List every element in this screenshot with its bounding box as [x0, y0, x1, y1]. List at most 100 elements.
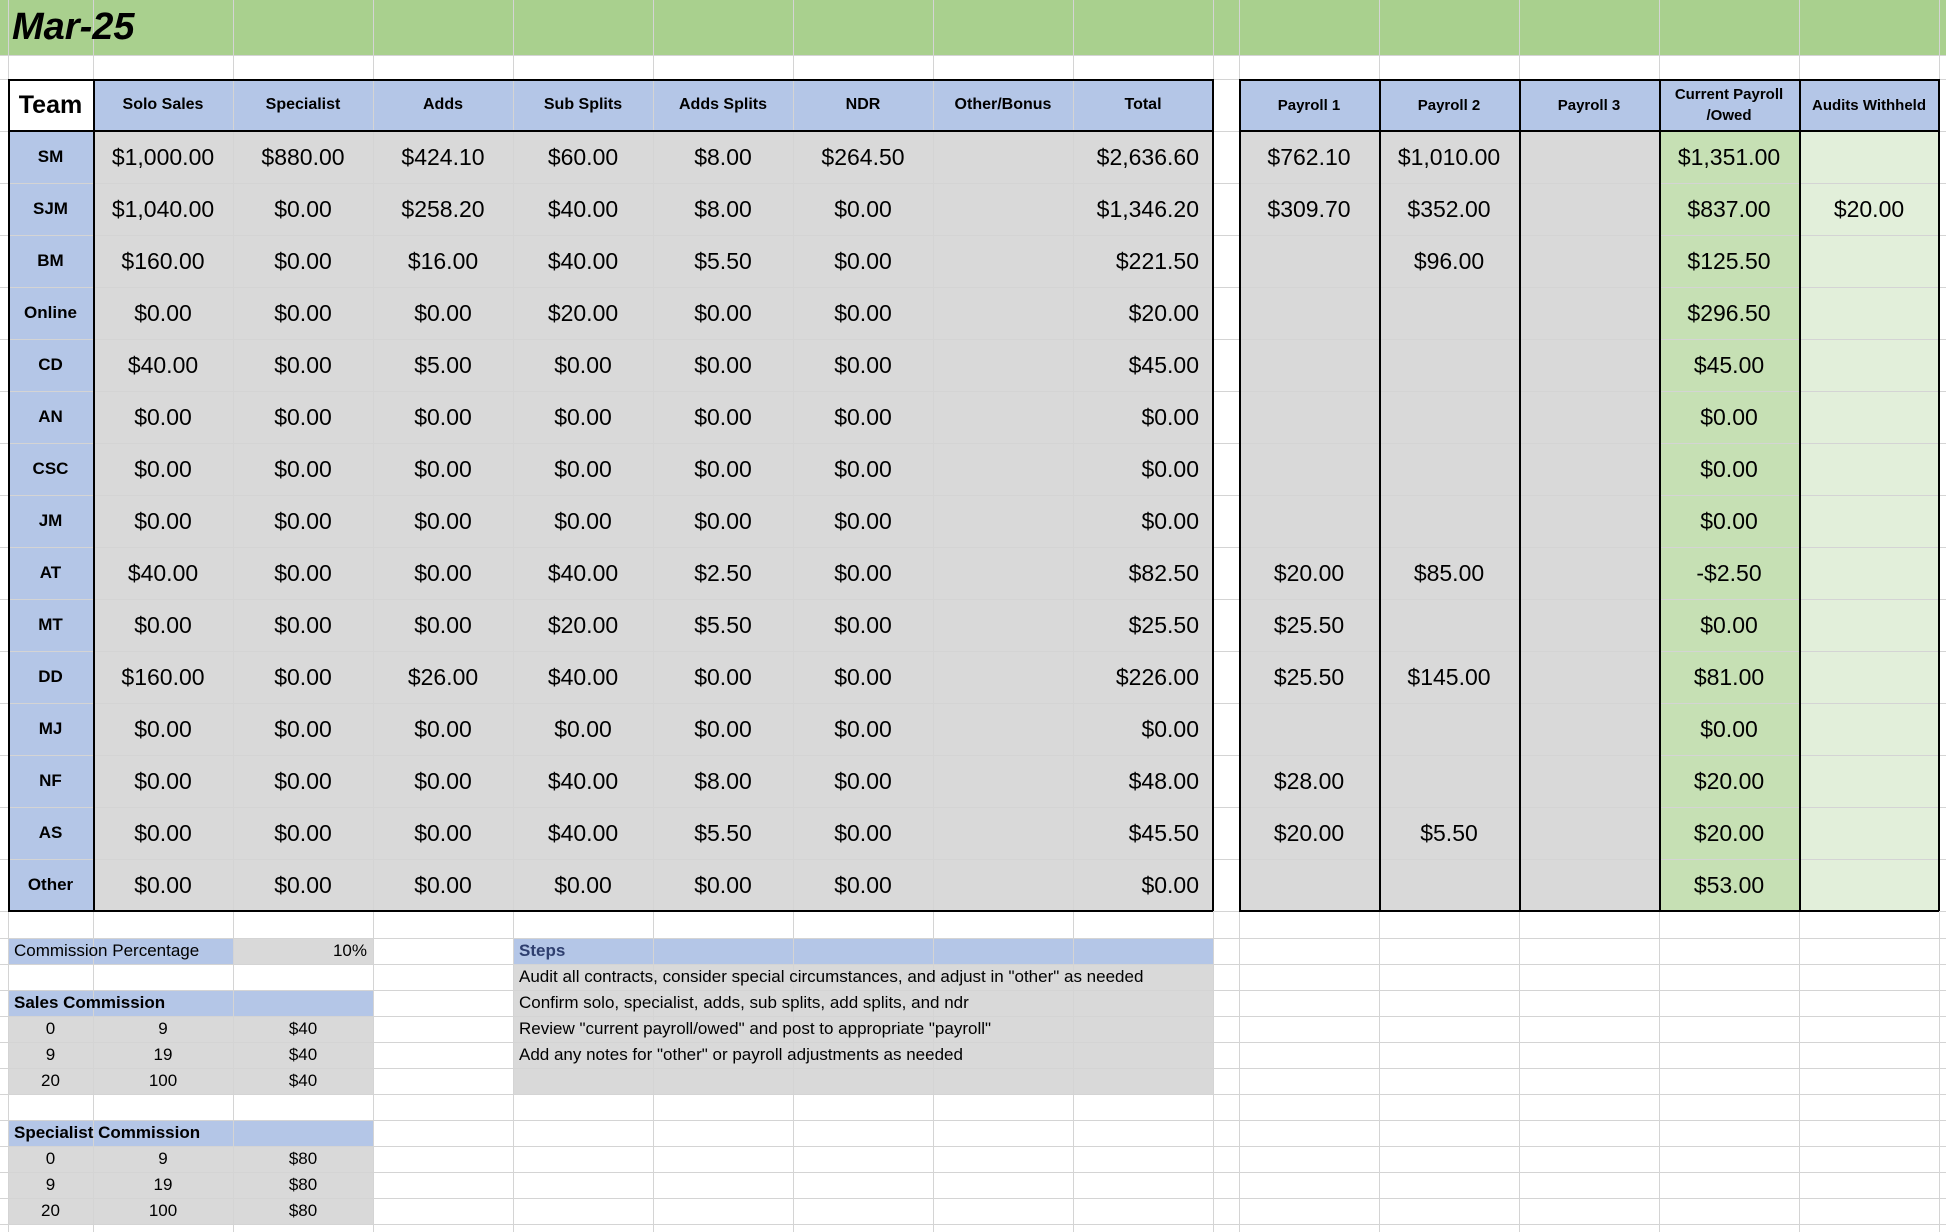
team-row-header[interactable]: AS: [8, 807, 93, 859]
data-cell[interactable]: $258.20: [373, 183, 513, 235]
data-cell[interactable]: $0.00: [513, 443, 653, 495]
specialist-commission-cell[interactable]: $80: [233, 1198, 373, 1224]
payroll-cell[interactable]: $20.00: [1239, 547, 1379, 599]
payroll-cell[interactable]: [1799, 443, 1939, 495]
payroll-cell[interactable]: [1799, 339, 1939, 391]
payroll-cell[interactable]: [1239, 703, 1379, 755]
team-row-header[interactable]: SJM: [8, 183, 93, 235]
data-cell[interactable]: $0.00: [233, 391, 373, 443]
payroll-cell[interactable]: [1379, 287, 1519, 339]
data-cell[interactable]: $0.00: [373, 859, 513, 911]
payroll-cell[interactable]: [1519, 599, 1659, 651]
specialist-commission-title[interactable]: Specialist Commission: [8, 1120, 373, 1146]
payroll-cell[interactable]: [1519, 287, 1659, 339]
specialist-commission-cell[interactable]: 9: [93, 1146, 233, 1172]
data-cell[interactable]: $0.00: [373, 807, 513, 859]
column-header[interactable]: Other/Bonus: [933, 79, 1073, 131]
data-cell[interactable]: $25.50: [1073, 599, 1213, 651]
data-cell[interactable]: $0.00: [653, 391, 793, 443]
data-cell[interactable]: $40.00: [513, 651, 653, 703]
payroll-cell[interactable]: $145.00: [1379, 651, 1519, 703]
team-row-header[interactable]: AN: [8, 391, 93, 443]
team-row-header[interactable]: MJ: [8, 703, 93, 755]
column-header[interactable]: Adds Splits: [653, 79, 793, 131]
payroll-cell[interactable]: [1239, 391, 1379, 443]
payroll-cell[interactable]: [1799, 391, 1939, 443]
column-header[interactable]: Adds: [373, 79, 513, 131]
data-cell[interactable]: $0.00: [233, 547, 373, 599]
data-cell[interactable]: $0.00: [793, 443, 933, 495]
data-cell[interactable]: $20.00: [1073, 287, 1213, 339]
specialist-commission-cell[interactable]: $80: [233, 1172, 373, 1198]
data-cell[interactable]: $0.00: [793, 703, 933, 755]
team-row-header[interactable]: Other: [8, 859, 93, 911]
data-cell[interactable]: $40.00: [513, 235, 653, 287]
data-cell[interactable]: $40.00: [513, 183, 653, 235]
data-cell[interactable]: $0.00: [93, 755, 233, 807]
payroll-cell[interactable]: [1239, 287, 1379, 339]
data-cell[interactable]: $0.00: [373, 755, 513, 807]
payroll-cell[interactable]: [1519, 391, 1659, 443]
payroll-column-header[interactable]: Payroll 1: [1239, 79, 1379, 131]
data-cell[interactable]: [933, 339, 1073, 391]
column-header[interactable]: Sub Splits: [513, 79, 653, 131]
payroll-cell[interactable]: $20.00: [1659, 807, 1799, 859]
payroll-cell[interactable]: [1379, 443, 1519, 495]
data-cell[interactable]: $26.00: [373, 651, 513, 703]
payroll-cell[interactable]: $20.00: [1799, 183, 1939, 235]
specialist-commission-cell[interactable]: $80: [233, 1146, 373, 1172]
payroll-cell[interactable]: $296.50: [1659, 287, 1799, 339]
payroll-cell[interactable]: [1799, 599, 1939, 651]
sales-commission-cell[interactable]: $40: [233, 1042, 373, 1068]
payroll-cell[interactable]: [1519, 703, 1659, 755]
team-row-header[interactable]: AT: [8, 547, 93, 599]
data-cell[interactable]: $0.00: [653, 651, 793, 703]
sales-commission-cell[interactable]: 9: [93, 1016, 233, 1042]
data-cell[interactable]: $0.00: [373, 443, 513, 495]
data-cell[interactable]: $0.00: [373, 547, 513, 599]
payroll-column-header[interactable]: Payroll 3: [1519, 79, 1659, 131]
data-cell[interactable]: $0.00: [233, 651, 373, 703]
payroll-column-header[interactable]: Audits Withheld: [1799, 79, 1939, 131]
payroll-cell[interactable]: [1519, 651, 1659, 703]
payroll-cell[interactable]: [1799, 235, 1939, 287]
data-cell[interactable]: [933, 547, 1073, 599]
data-cell[interactable]: $2.50: [653, 547, 793, 599]
data-cell[interactable]: $0.00: [653, 859, 793, 911]
payroll-cell[interactable]: $20.00: [1239, 807, 1379, 859]
data-cell[interactable]: $20.00: [513, 599, 653, 651]
payroll-cell[interactable]: [1519, 183, 1659, 235]
team-row-header[interactable]: MT: [8, 599, 93, 651]
data-cell[interactable]: $0.00: [373, 287, 513, 339]
data-cell[interactable]: $160.00: [93, 235, 233, 287]
spreadsheet[interactable]: Team Solo Sales Specialist Adds Sub Splits Ad…: [0, 0, 1946, 1232]
data-cell[interactable]: $40.00: [513, 755, 653, 807]
payroll-cell[interactable]: [1519, 807, 1659, 859]
data-cell[interactable]: [933, 651, 1073, 703]
data-cell[interactable]: $0.00: [513, 391, 653, 443]
data-cell[interactable]: $82.50: [1073, 547, 1213, 599]
data-cell[interactable]: $0.00: [793, 807, 933, 859]
data-cell[interactable]: $0.00: [513, 339, 653, 391]
data-cell[interactable]: $0.00: [233, 235, 373, 287]
specialist-commission-cell[interactable]: 100: [93, 1198, 233, 1224]
payroll-cell[interactable]: [1519, 547, 1659, 599]
payroll-cell[interactable]: -$2.50: [1659, 547, 1799, 599]
payroll-column-header[interactable]: Payroll 2: [1379, 79, 1519, 131]
data-cell[interactable]: $40.00: [93, 547, 233, 599]
payroll-cell[interactable]: [1799, 755, 1939, 807]
payroll-cell[interactable]: $0.00: [1659, 599, 1799, 651]
payroll-cell[interactable]: [1379, 391, 1519, 443]
payroll-cell[interactable]: [1239, 235, 1379, 287]
data-cell[interactable]: $1,000.00: [93, 131, 233, 183]
payroll-cell[interactable]: [1519, 859, 1659, 911]
payroll-cell[interactable]: [1519, 131, 1659, 183]
data-cell[interactable]: $0.00: [93, 703, 233, 755]
data-cell[interactable]: $0.00: [653, 703, 793, 755]
team-header[interactable]: Team: [8, 79, 93, 131]
payroll-cell[interactable]: [1519, 755, 1659, 807]
payroll-cell[interactable]: $96.00: [1379, 235, 1519, 287]
data-cell[interactable]: $0.00: [793, 859, 933, 911]
payroll-cell[interactable]: $45.00: [1659, 339, 1799, 391]
payroll-cell[interactable]: [1379, 703, 1519, 755]
